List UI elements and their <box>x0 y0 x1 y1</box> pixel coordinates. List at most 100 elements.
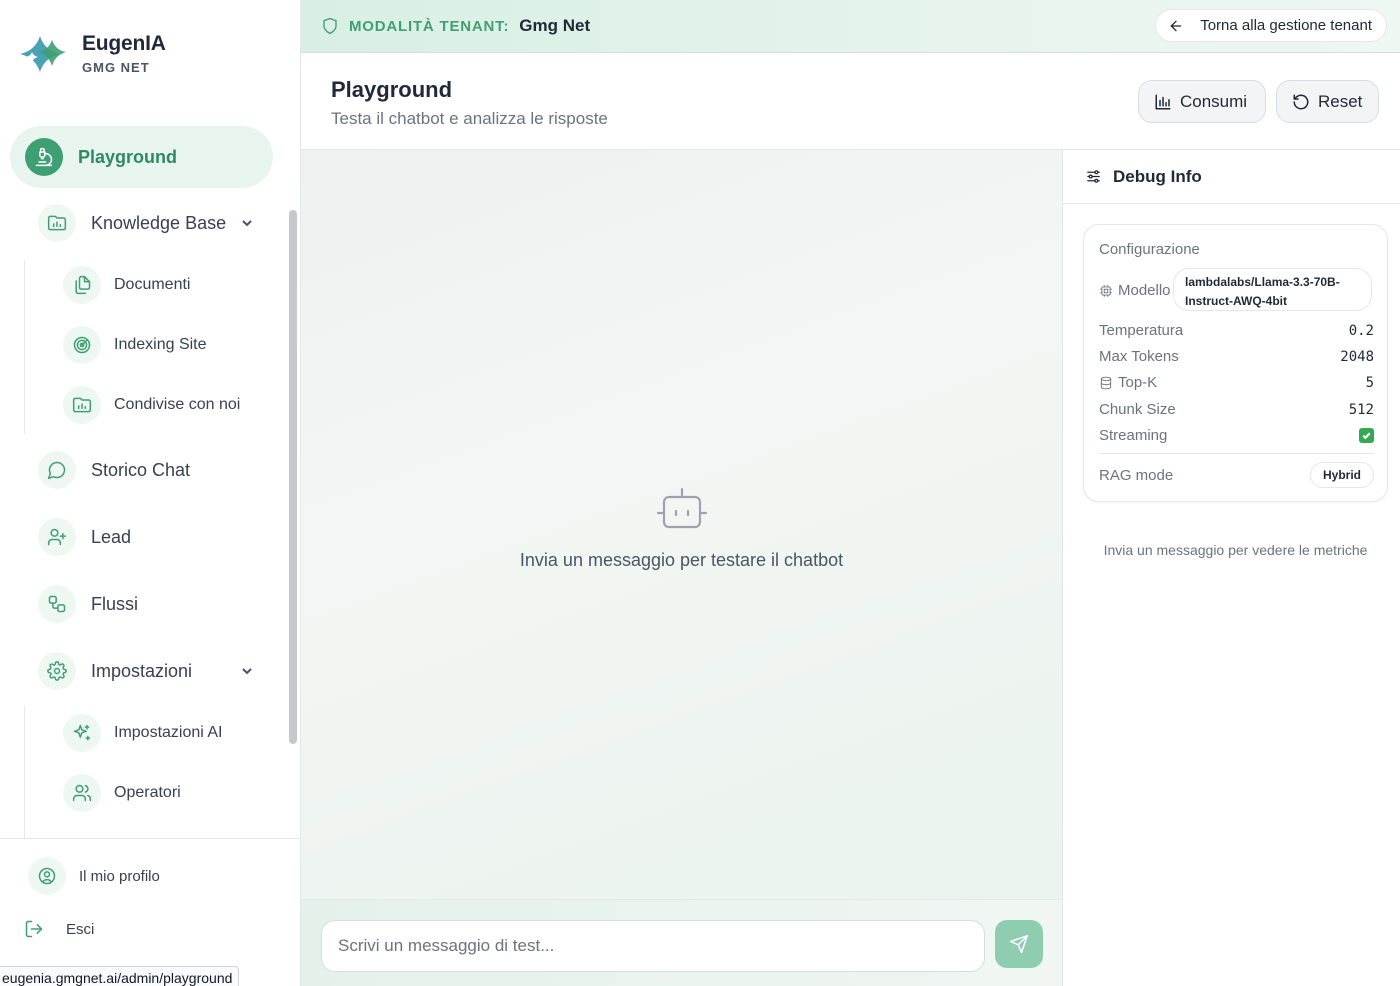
shield-icon <box>323 17 337 35</box>
config-value: 2048 <box>1340 348 1374 365</box>
robot-icon <box>301 485 1062 538</box>
usage-button[interactable]: Consumi <box>1138 80 1266 123</box>
config-key: Top-K <box>1118 374 1158 391</box>
chevron-down-icon[interactable] <box>240 664 254 678</box>
tree-line <box>24 260 25 434</box>
config-key: RAG mode <box>1099 466 1174 484</box>
user-circle-icon <box>28 857 66 895</box>
sidebar-item-impostazioni[interactable]: Impostazioni <box>38 652 260 690</box>
sidebar-item-label: Storico Chat <box>91 459 191 480</box>
sidebar-item-label: Operatori <box>114 784 181 801</box>
config-row-model: Modello <box>1099 282 1179 299</box>
sidebar-scrollbar[interactable] <box>289 210 297 744</box>
chevron-down-icon[interactable] <box>240 216 254 230</box>
page-subtitle: Testa il chatbot e analizza le risposte <box>331 109 608 128</box>
cpu-icon <box>1100 284 1112 297</box>
folder-chart-icon <box>38 204 76 242</box>
chat-bubble-icon <box>38 451 76 489</box>
config-key: Max Tokens <box>1099 348 1179 365</box>
send-button[interactable] <box>995 920 1043 968</box>
brand[interactable]: EugenIA GMG NET <box>18 30 166 78</box>
sidebar-item-label: Documenti <box>114 276 191 293</box>
chat-area: Invia un messaggio per testare il chatbo… <box>301 150 1062 899</box>
config-card: Configurazione Modello lambdalabs/Llama-… <box>1083 224 1388 502</box>
rotate-ccw-icon <box>1293 94 1309 109</box>
config-row-streaming: Streaming <box>1099 427 1374 444</box>
sidebar-item-knowledge-base[interactable]: Knowledge Base <box>38 204 260 242</box>
config-key: Temperatura <box>1099 322 1184 339</box>
page-header: Playground Testa il chatbot e analizza l… <box>301 53 1400 150</box>
flask-icon <box>25 138 63 176</box>
config-divider <box>1099 453 1374 454</box>
model-value-line2: Instruct-AWQ-4bit <box>1185 294 1287 308</box>
sidebar-item-label: Indexing Site <box>114 336 207 353</box>
brand-tenant: GMG NET <box>82 60 150 75</box>
config-key: Streaming <box>1099 427 1168 444</box>
reset-button[interactable]: Reset <box>1276 80 1379 123</box>
model-value-line1: lambdalabs/Llama-3.3-70B- <box>1185 275 1340 289</box>
debug-header: Debug Info <box>1063 150 1400 204</box>
sidebar-item-label: Flussi <box>91 593 139 614</box>
sidebar-item-storico-chat[interactable]: Storico Chat <box>38 451 190 489</box>
gear-icon <box>38 652 76 690</box>
logout-label: Esci <box>66 920 95 938</box>
checkmark-icon <box>1359 428 1374 443</box>
metrics-hint: Invia un messaggio per vedere le metrich… <box>1103 542 1368 558</box>
sidebar-item-label: Knowledge Base <box>91 212 227 233</box>
sidebar-item-label: Lead <box>91 526 132 547</box>
config-value: 5 <box>1365 374 1374 391</box>
sidebar-item-label: Condivise con noi <box>114 396 241 413</box>
sidebar-item-operatori[interactable]: Operatori <box>63 774 181 812</box>
eugenia-logo-icon <box>20 36 66 72</box>
config-value: 0.2 <box>1348 322 1374 339</box>
sidebar-item-indexing-site[interactable]: Indexing Site <box>63 326 207 364</box>
config-row-chunk-size: Chunk Size 512 <box>1099 401 1374 418</box>
sidebar-item-flussi[interactable]: Flussi <box>38 585 138 623</box>
config-row-rag-mode: RAG mode Hybrid <box>1099 462 1374 488</box>
sidebar-item-condivise[interactable]: Condivise con noi <box>63 386 240 424</box>
usage-label: Consumi <box>1180 91 1248 111</box>
tenant-name: Gmg Net <box>519 16 591 35</box>
sidebar-item-impostazioni-ai[interactable]: Impostazioni AI <box>63 714 223 752</box>
config-key: Chunk Size <box>1099 401 1176 418</box>
radar-icon <box>63 326 101 364</box>
user-plus-icon <box>38 518 76 556</box>
config-row-max-tokens: Max Tokens 2048 <box>1099 348 1374 365</box>
sidebar: EugenIA GMG NET Playground Knowledge Bas… <box>0 0 301 986</box>
workflow-icon <box>38 585 76 623</box>
back-to-tenants-button[interactable]: Torna alla gestione tenant <box>1155 9 1387 42</box>
folder-chart-icon <box>63 386 101 424</box>
tenant-bar: MODALITÀ TENANT: Gmg Net Torna alla gest… <box>301 0 1400 53</box>
users-icon <box>63 774 101 812</box>
tenant-mode-label: MODALITÀ TENANT: <box>349 17 510 35</box>
config-row-temperature: Temperatura 0.2 <box>1099 322 1374 339</box>
debug-title: Debug Info <box>1113 166 1202 186</box>
chat-empty-text: Invia un messaggio per testare il chatbo… <box>519 550 844 570</box>
sidebar-item-label: Impostazioni <box>91 660 193 681</box>
sidebar-footer: Il mio profilo Esci <box>0 838 301 986</box>
logout-button[interactable]: Esci <box>24 919 94 939</box>
profile-link[interactable]: Il mio profilo <box>28 857 160 895</box>
config-row-top-k: Top-K 5 <box>1099 374 1374 391</box>
chat-composer <box>301 899 1062 986</box>
sliders-icon <box>1087 170 1100 183</box>
logout-icon <box>25 920 43 938</box>
sidebar-item-documenti[interactable]: Documenti <box>63 266 190 304</box>
sidebar-item-lead[interactable]: Lead <box>38 518 131 556</box>
sidebar-nav[interactable]: Playground Knowledge Base Documenti Inde… <box>0 108 288 838</box>
message-input[interactable] <box>321 920 985 972</box>
debug-panel: Debug Info Configurazione Modello lambda… <box>1062 150 1400 986</box>
sidebar-item-playground[interactable]: Playground <box>10 126 273 188</box>
brand-name: EugenIA <box>82 32 166 55</box>
config-value: 512 <box>1348 401 1374 418</box>
status-url-tooltip: eugenia.gmgnet.ai/admin/playground <box>0 966 240 986</box>
send-icon <box>1009 934 1029 954</box>
back-to-tenants-label: Torna alla gestione tenant <box>1200 17 1372 34</box>
sidebar-item-label: Playground <box>78 146 178 167</box>
documents-icon <box>63 266 101 304</box>
page-title: Playground <box>331 77 453 102</box>
config-key: Modello <box>1118 282 1171 299</box>
tree-line <box>24 706 25 838</box>
bar-chart-icon <box>1155 94 1171 109</box>
profile-label: Il mio profilo <box>79 867 160 885</box>
